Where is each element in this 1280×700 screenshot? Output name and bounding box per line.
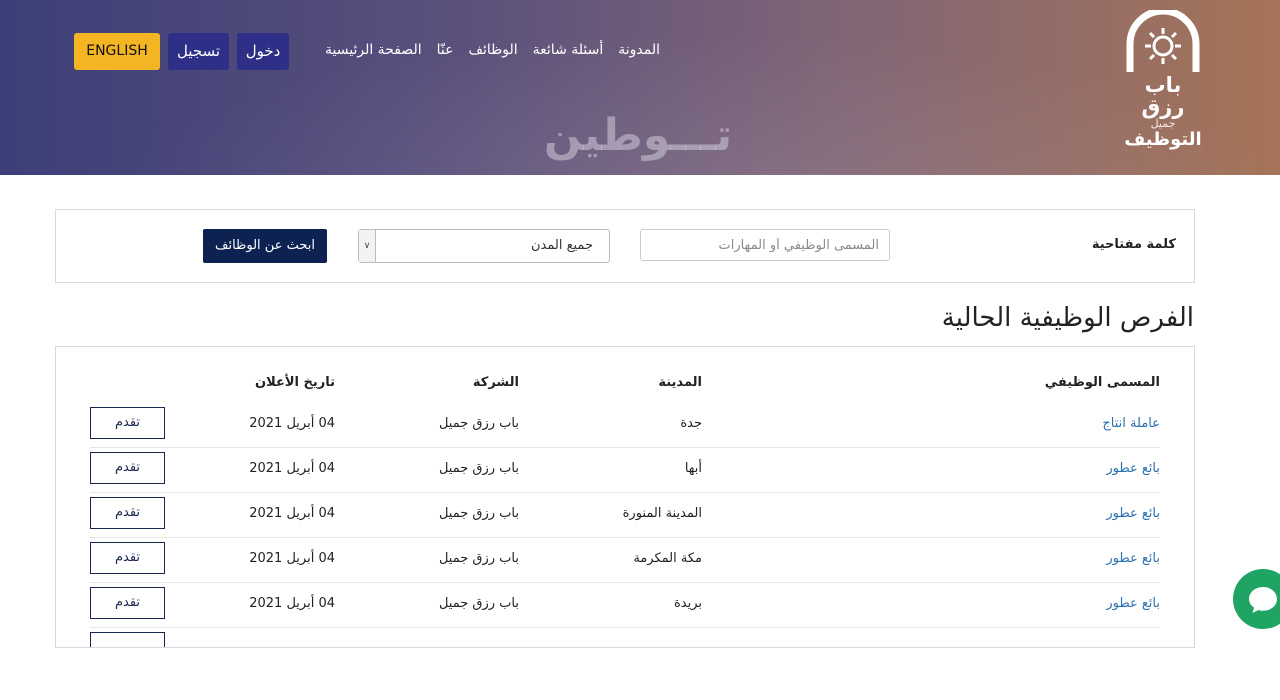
header-title: المسمى الوظيفي — [1044, 375, 1160, 390]
table-header: المسمى الوظيفي المدينة الشركة تاريخ الأع… — [90, 375, 1160, 399]
city-select-value: جميع المدن — [531, 238, 593, 253]
language-english-button[interactable]: ENGLISH — [74, 33, 160, 70]
apply-button[interactable]: تقدم — [90, 542, 165, 574]
job-title-link[interactable]: بائع عطور — [1106, 461, 1160, 476]
keyword-input[interactable] — [640, 229, 890, 261]
job-title-link[interactable]: بائع عطور — [1106, 506, 1160, 521]
header-banner: باب رزق جميل التوظيف الصفحة الرئيسية عنّ… — [0, 0, 1280, 175]
table-row-partial — [90, 627, 1160, 647]
job-date: 04 أبريل 2021 — [249, 551, 335, 566]
nav-faq[interactable]: أسئلة شائعة — [533, 40, 604, 60]
job-date: 04 أبريل 2021 — [249, 506, 335, 521]
job-company: باب رزق جميل — [438, 506, 519, 521]
main-nav: الصفحة الرئيسية عنّا الوظائف أسئلة شائعة… — [325, 40, 660, 60]
table-row: بائع عطور مكة المكرمة باب رزق جميل 04 أب… — [90, 537, 1160, 583]
job-search-panel: كلمة مفتاحية ∨ جميع المدن ابحث عن الوظائ… — [55, 209, 1195, 283]
nav-jobs[interactable]: الوظائف — [468, 40, 517, 60]
logo-tagline: التوظيف — [1124, 129, 1202, 150]
header-company: الشركة — [472, 375, 519, 390]
job-company: باب رزق جميل — [438, 596, 519, 611]
nav-blog[interactable]: المدونة — [618, 40, 660, 60]
chat-widget-button[interactable] — [1233, 569, 1280, 629]
job-city: بريدة — [673, 596, 702, 611]
apply-button[interactable]: تقدم — [90, 452, 165, 484]
header-city: المدينة — [658, 375, 702, 390]
header-date: تاريخ الأعلان — [254, 375, 335, 390]
chat-icon — [1249, 587, 1277, 613]
page-title: الفرص الوظيفية الحالية — [941, 303, 1194, 333]
job-title-link[interactable]: عاملة انتاج — [1102, 416, 1160, 431]
logo-subname: جميل — [1150, 117, 1176, 130]
table-row: عاملة انتاج جدة باب رزق جميل 04 أبريل 20… — [90, 402, 1160, 448]
job-company: باب رزق جميل — [438, 416, 519, 431]
job-company: باب رزق جميل — [438, 551, 519, 566]
job-city: المدينة المنورة — [622, 506, 702, 521]
logo-name: باب رزق — [1141, 73, 1185, 119]
apply-button[interactable]: تقدم — [90, 407, 165, 439]
job-title-link[interactable]: بائع عطور — [1106, 596, 1160, 611]
job-company: باب رزق جميل — [438, 461, 519, 476]
apply-button-partial[interactable] — [90, 632, 165, 647]
job-city: أبها — [684, 461, 702, 476]
login-button[interactable]: دخول — [237, 33, 289, 70]
apply-button[interactable]: تقدم — [90, 587, 165, 619]
job-city: جدة — [680, 416, 702, 431]
job-date: 04 أبريل 2021 — [249, 416, 335, 431]
search-jobs-button[interactable]: ابحث عن الوظائف — [203, 229, 327, 263]
nav-home[interactable]: الصفحة الرئيسية — [325, 40, 422, 60]
tawteen-watermark: تـــوطين — [543, 110, 733, 161]
brand-logo[interactable]: باب رزق جميل التوظيف — [1120, 10, 1206, 150]
table-row: بائع عطور المدينة المنورة باب رزق جميل 0… — [90, 492, 1160, 538]
job-title-link[interactable]: بائع عطور — [1106, 551, 1160, 566]
city-select[interactable]: ∨ جميع المدن — [358, 229, 610, 263]
sunburst-arch-icon — [1126, 10, 1200, 72]
nav-about[interactable]: عنّا — [437, 40, 454, 60]
job-date: 04 أبريل 2021 — [249, 596, 335, 611]
table-row: بائع عطور بريدة باب رزق جميل 04 أبريل 20… — [90, 582, 1160, 628]
keyword-label: كلمة مفتاحية — [1091, 237, 1176, 252]
apply-button[interactable]: تقدم — [90, 497, 165, 529]
register-button[interactable]: تسجيل — [168, 33, 229, 70]
chevron-down-icon[interactable]: ∨ — [359, 230, 376, 262]
table-row: بائع عطور أبها باب رزق جميل 04 أبريل 202… — [90, 447, 1160, 493]
job-date: 04 أبريل 2021 — [249, 461, 335, 476]
job-city: مكة المكرمة — [633, 551, 702, 566]
jobs-table: المسمى الوظيفي المدينة الشركة تاريخ الأع… — [55, 346, 1195, 648]
